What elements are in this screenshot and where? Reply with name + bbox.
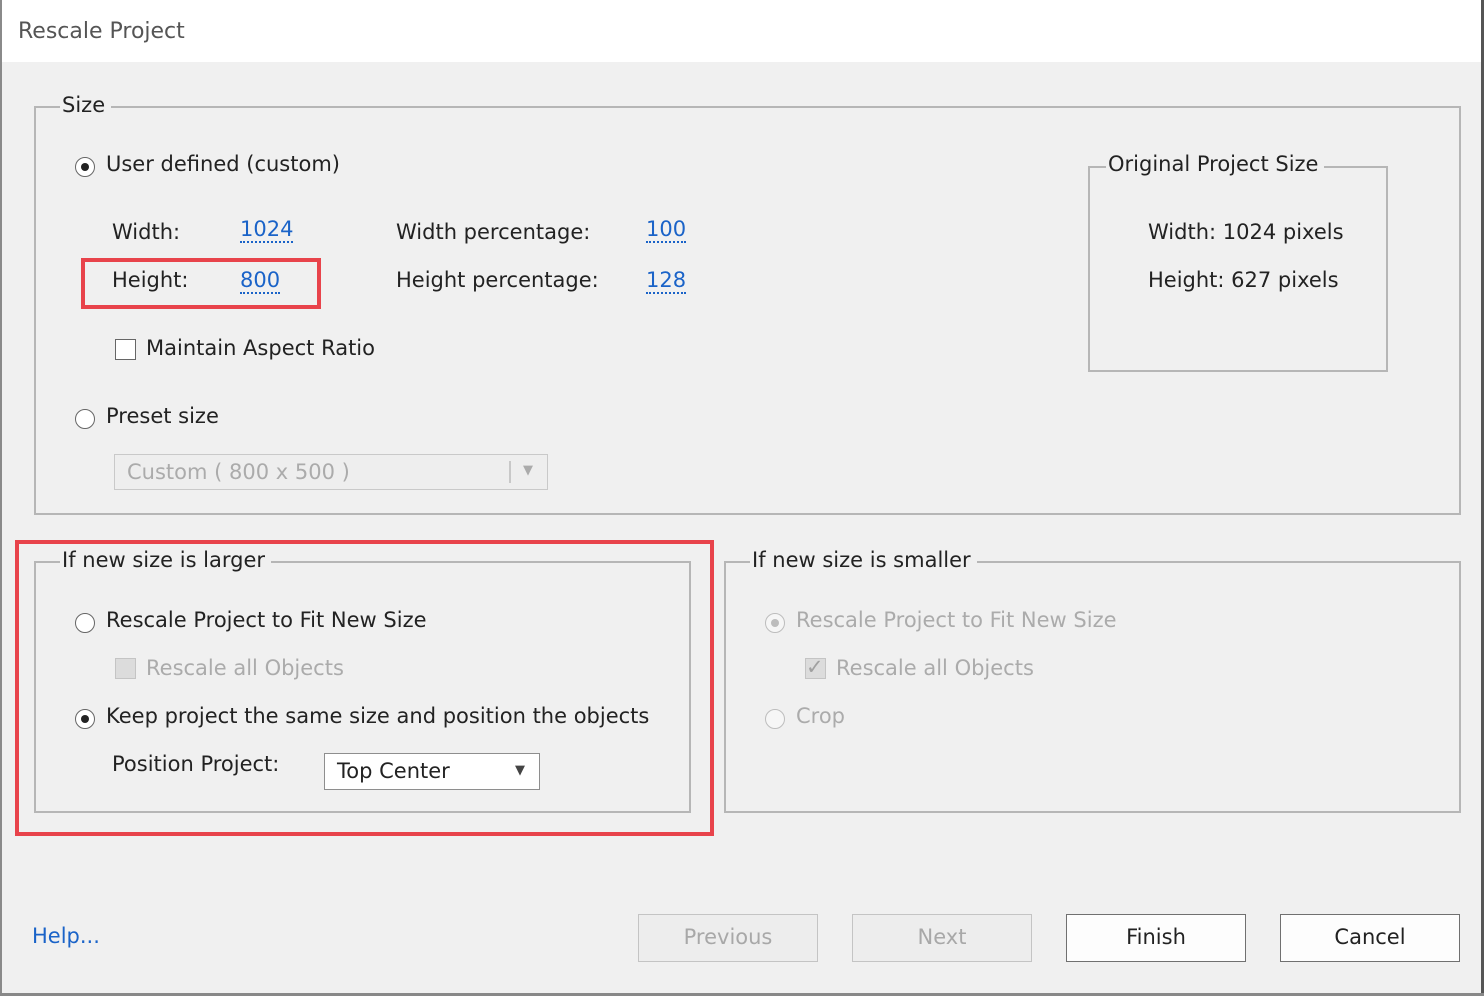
crop-label[interactable]: Crop	[796, 703, 845, 729]
smaller-rescale-fit-radio[interactable]	[765, 613, 785, 633]
height-highlight-box	[81, 258, 321, 309]
larger-group-highlight-box	[15, 540, 714, 836]
dropdown-separator	[509, 461, 511, 483]
user-defined-label[interactable]: User defined (custom)	[106, 151, 340, 177]
preset-size-label[interactable]: Preset size	[106, 403, 219, 429]
window-left-edge	[0, 0, 2, 996]
checkmark-icon: ✓	[806, 655, 824, 679]
original-size-legend: Original Project Size	[1106, 151, 1325, 177]
crop-radio[interactable]	[765, 709, 785, 729]
smaller-rescale-fit-label[interactable]: Rescale Project to Fit New Size	[796, 607, 1117, 633]
previous-button[interactable]: Previous	[638, 914, 818, 962]
smaller-group	[724, 561, 1461, 813]
original-width-text: Width: 1024 pixels	[1148, 220, 1344, 244]
smaller-rescale-objects-label[interactable]: Rescale all Objects	[836, 655, 1034, 681]
triangle-down-icon: ▼	[523, 463, 533, 478]
user-defined-radio[interactable]	[75, 157, 95, 177]
maintain-aspect-label[interactable]: Maintain Aspect Ratio	[146, 335, 375, 361]
original-height-text: Height: 627 pixels	[1148, 268, 1339, 292]
cancel-button[interactable]: Cancel	[1280, 914, 1460, 962]
size-group-legend: Size	[60, 92, 112, 118]
width-percentage-field[interactable]: 100	[646, 217, 687, 243]
height-percentage-label: Height percentage:	[396, 268, 599, 292]
title-bar	[0, 0, 1484, 62]
finish-button[interactable]: Finish	[1066, 914, 1246, 962]
window-title: Rescale Project	[18, 19, 185, 44]
maintain-aspect-checkbox[interactable]	[115, 339, 136, 360]
help-link[interactable]: Help...	[32, 923, 100, 949]
width-value-field[interactable]: 1024	[240, 217, 294, 243]
height-percentage-field[interactable]: 128	[646, 268, 687, 294]
next-button[interactable]: Next	[852, 914, 1032, 962]
preset-size-dropdown[interactable]: Custom ( 800 x 500 ) ▼	[114, 454, 548, 490]
preset-size-radio[interactable]	[75, 409, 95, 429]
width-percentage-label: Width percentage:	[396, 220, 591, 244]
smaller-rescale-objects-checkbox[interactable]: ✓	[805, 655, 826, 679]
preset-size-dropdown-value: Custom ( 800 x 500 )	[127, 460, 350, 484]
width-label: Width:	[112, 220, 181, 244]
smaller-group-legend: If new size is smaller	[750, 547, 977, 573]
